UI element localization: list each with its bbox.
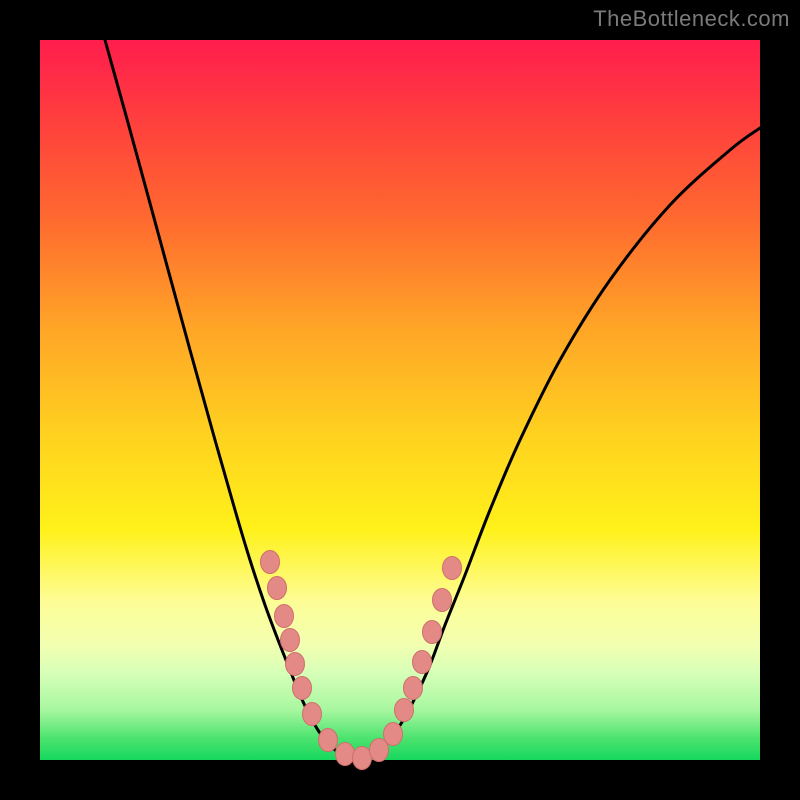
watermark-text: TheBottleneck.com <box>593 6 790 32</box>
curve-marker <box>423 621 442 644</box>
curve-marker <box>275 605 294 628</box>
curve-marker <box>384 723 403 746</box>
curve-marker <box>395 699 414 722</box>
curve-marker <box>281 629 300 652</box>
curve-marker <box>261 551 280 574</box>
curve-marker <box>404 677 423 700</box>
curve-marker <box>293 677 312 700</box>
curve-markers <box>261 551 462 770</box>
curve-marker <box>353 747 372 770</box>
curve-marker <box>336 743 355 766</box>
curve-marker <box>268 577 287 600</box>
curve-marker <box>286 653 305 676</box>
curve-marker <box>413 651 432 674</box>
curve-marker <box>319 729 338 752</box>
curve-marker <box>303 703 322 726</box>
chart-stage: TheBottleneck.com <box>0 0 800 800</box>
curve-marker <box>433 589 452 612</box>
plot-area <box>40 40 760 760</box>
curve-marker <box>443 557 462 580</box>
chart-svg <box>40 40 760 760</box>
v-curve-line <box>105 40 760 759</box>
